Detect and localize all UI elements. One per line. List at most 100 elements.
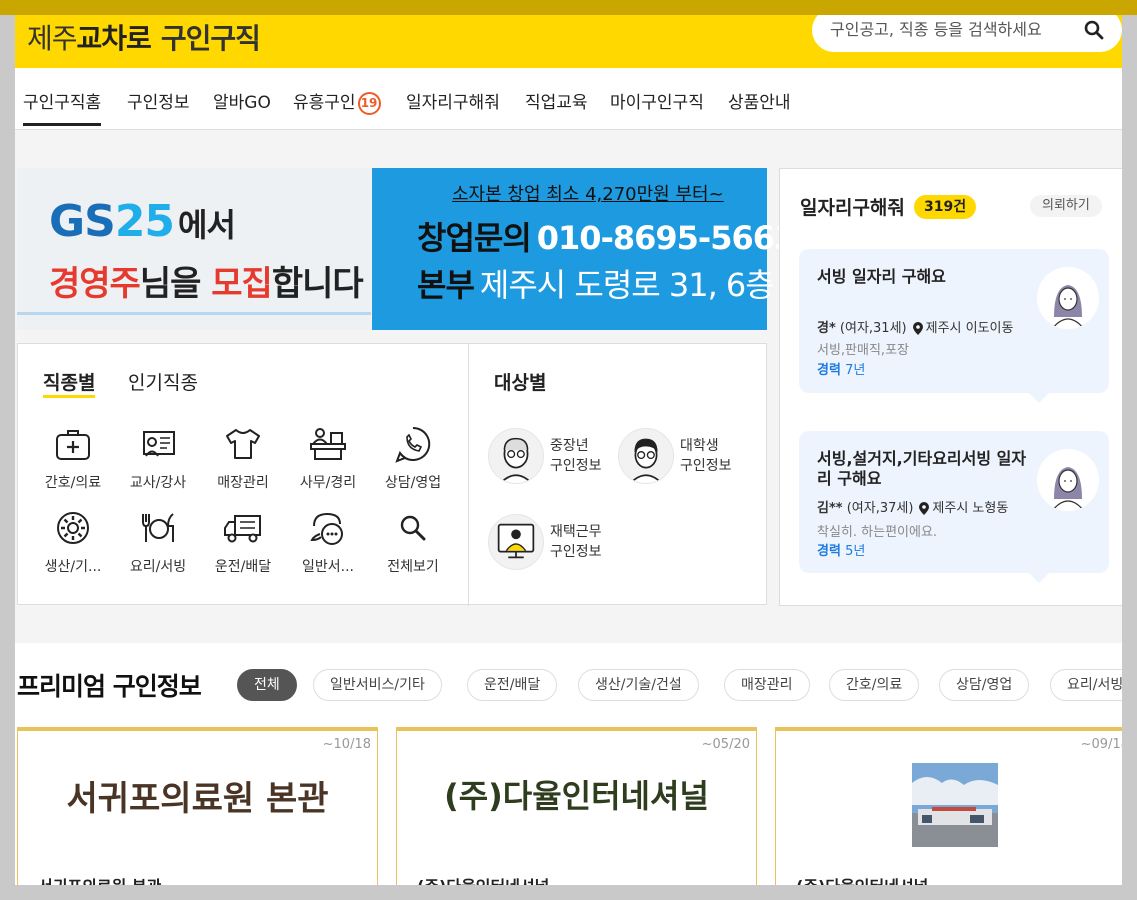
gs25-text-owner: 경영주 <box>49 264 141 304</box>
target-college-student[interactable]: 대학생 구인정보 <box>618 428 748 486</box>
filter-general-service[interactable]: 일반서비스/기타 <box>313 669 442 701</box>
premium-job-card[interactable]: ~05/20 (주)다율인터네셔널 (주)다율인터네셔널 <box>396 727 757 885</box>
company-building-photo <box>912 763 998 847</box>
category-general-service[interactable]: 일반서... <box>293 508 363 576</box>
card-company-name: 서귀포의료원 본관 <box>38 873 161 885</box>
college-student-avatar <box>618 428 674 484</box>
filter-driving[interactable]: 운전/배달 <box>467 669 558 701</box>
seeker-experience: 경력 5년 <box>817 540 865 559</box>
search-input[interactable] <box>830 20 1080 39</box>
job-seeker-card[interactable]: 서빙 일자리 구해요 경* (여자,31세) 제주시 이도이동 서빙,판매직,포장… <box>799 249 1109 403</box>
tab-popular-jobs[interactable]: 인기직종 <box>128 368 198 395</box>
premium-job-card[interactable]: ~09/18 (주)다율인터네셔널 <box>775 727 1122 885</box>
job-seeker-card[interactable]: 서빙,설거지,기타요리서빙 일자리 구해요 김** (여자,37세) 제주시 노형… <box>799 431 1109 583</box>
speech-bubble-icon <box>310 512 343 545</box>
category-label: 간호/의료 <box>44 475 102 491</box>
card-company-name: (주)다율인터네셔널 <box>796 873 928 885</box>
page: 제주교차로구인구직 구인구직홈 구인정보 알바GO 유흥구인19 일자리구해줘 … <box>15 15 1122 885</box>
contact-label: 창업문의 <box>417 219 532 257</box>
request-button[interactable]: 의뢰하기 <box>1030 195 1102 217</box>
nav-item-home[interactable]: 구인구직홈 <box>23 88 102 126</box>
shirt-icon <box>226 429 260 459</box>
seeker-info: (여자,31세) <box>839 321 907 336</box>
target-middle-aged[interactable]: 중장년구인정보 <box>488 428 608 486</box>
nav-item-products[interactable]: 상품안내 <box>728 88 791 113</box>
target-label: 재택근무 구인정보 <box>550 522 602 562</box>
nav-item-vocational-training[interactable]: 직업교육 <box>525 88 588 113</box>
logo-service: 구인구직 <box>160 22 261 55</box>
nav-item-my-page[interactable]: 마이구인구직 <box>610 88 704 113</box>
gs25-text-particle: 님을 <box>139 264 212 304</box>
gs25-ad-banner[interactable]: GS25 에서 경영주님을 모집합니다 <box>17 168 371 330</box>
category-label: 교사/강사 <box>129 475 187 491</box>
adult-19-badge: 19 <box>357 91 381 115</box>
target-remote-work[interactable]: 재택근무 구인정보 <box>488 514 618 572</box>
card-company-logo: (주)다율인터네셔널 <box>444 777 709 815</box>
filter-sales[interactable]: 상담/영업 <box>939 669 1030 701</box>
seeker-avatar <box>1037 449 1099 511</box>
filter-store-management[interactable]: 매장관리 <box>724 669 810 701</box>
seeker-name: 김** <box>817 501 843 516</box>
filter-cooking[interactable]: 요리/서빙 <box>1050 669 1122 701</box>
startup-address-line: 본부 제주시 도령로 31, 6층 <box>417 260 775 306</box>
tab-by-job-type[interactable]: 직종별 <box>43 368 96 398</box>
dim-overlay-left <box>0 15 15 900</box>
seeker-profile: 김** (여자,37세) 제주시 노형동 <box>817 497 1008 516</box>
search-icon[interactable] <box>1084 20 1104 40</box>
medical-kit-icon <box>56 430 90 460</box>
target-label: 대학생 구인정보 <box>680 436 732 476</box>
seeker-location: 제주시 노형동 <box>932 501 1009 516</box>
startup-ad-banner[interactable]: 소자본 창업 최소 4,270만원 부터~ 창업문의 010-8695-5663 … <box>372 168 796 330</box>
card-deadline: ~10/18 <box>322 737 371 752</box>
card-tail <box>1029 573 1049 583</box>
filter-nursing-medical[interactable]: 간호/의료 <box>829 669 920 701</box>
category-view-all[interactable]: 전체보기 <box>378 508 448 576</box>
job-seeker-title: 일자리구해줘 <box>800 197 905 219</box>
nav-item-find-me-job[interactable]: 일자리구해줘 <box>406 88 500 113</box>
premium-job-card[interactable]: ~10/18 서귀포의료원 본관 서귀포의료원 본관 <box>17 727 378 885</box>
dim-overlay-right <box>1122 15 1137 900</box>
category-cooking[interactable]: 요리/서빙 <box>123 508 193 576</box>
nav-item-job-info[interactable]: 구인정보 <box>127 88 190 113</box>
seeker-title: 서빙,설거지,기타요리서빙 일자리 구해요 <box>817 449 1027 488</box>
category-label: 상담/영업 <box>384 475 442 491</box>
search-box <box>812 15 1122 52</box>
site-logo[interactable]: 제주교차로 구인구직 <box>27 17 261 57</box>
main-nav: 구인구직홈 구인정보 알바GO 유흥구인 19 일자리구해줘 직업교육 마이구인구… <box>15 68 1122 130</box>
category-nursing-medical[interactable]: 간호/의료 <box>38 424 108 492</box>
seeker-title: 서빙 일자리 구해요 <box>817 267 946 286</box>
seeker-exp-value: 5년 <box>845 544 866 559</box>
target-label-line2: 구인정보 <box>550 458 602 474</box>
category-label: 운전/배달 <box>214 559 272 575</box>
nav-item-alba-go[interactable]: 알바GO <box>213 88 271 113</box>
seeker-desc: 서빙,판매직,포장 <box>817 343 909 358</box>
card-deadline: ~05/20 <box>701 737 750 752</box>
card-deadline: ~09/18 <box>1080 737 1122 752</box>
job-seeker-count-badge: 319건 <box>914 195 977 219</box>
premium-title: 프리미엄 구인정보 <box>17 672 202 701</box>
search-icon <box>400 515 426 541</box>
seeker-profile: 경* (여자,31세) 제주시 이도이동 <box>817 317 1013 336</box>
nav-item-adult-jobs[interactable]: 유흥구인 19 <box>293 88 381 115</box>
banner-stripe <box>17 312 371 315</box>
filter-all[interactable]: 전체 <box>237 669 297 701</box>
category-store-management[interactable]: 매장관리 <box>208 424 278 492</box>
filter-production[interactable]: 생산/기술/건설 <box>578 669 699 701</box>
seeker-name: 경* <box>817 321 836 336</box>
seeker-desc: 착실히. 하는편이에요. <box>817 525 938 540</box>
category-teacher[interactable]: 교사/강사 <box>123 424 193 492</box>
seeker-location: 제주시 이도이동 <box>925 321 1014 336</box>
category-sales[interactable]: 상담/영업 <box>378 424 448 492</box>
truck-icon <box>224 515 261 543</box>
category-office[interactable]: 사무/경리 <box>293 424 363 492</box>
office-desk-icon <box>310 428 346 460</box>
target-label-line1: 중장년 <box>550 438 589 454</box>
category-production[interactable]: 생산/기... <box>38 508 108 576</box>
category-divider <box>468 344 469 606</box>
target-label-line1: 재택근무 <box>550 524 602 540</box>
teacher-board-icon <box>143 431 175 457</box>
target-label-line1: 대학생 <box>680 438 719 454</box>
startup-cost-text: 소자본 창업 최소 4,270만원 부터~ <box>452 184 724 205</box>
category-driving[interactable]: 운전/배달 <box>208 508 278 576</box>
job-seeker-panel: 일자리구해줘 319건 의뢰하기 서빙 일자리 구해요 경* (여자,31세) 제… <box>779 168 1122 606</box>
